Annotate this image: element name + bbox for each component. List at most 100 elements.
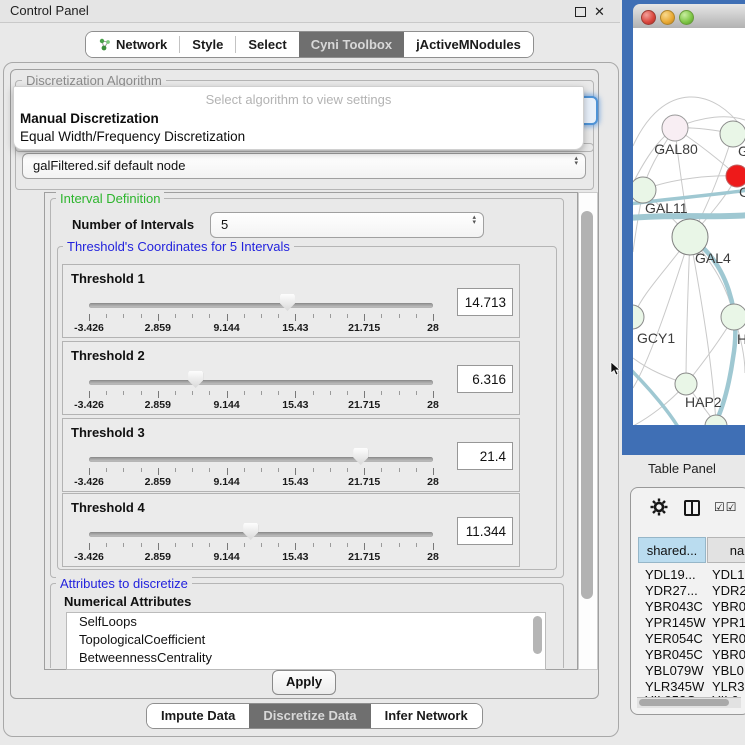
table-cell[interactable]: YBL0 bbox=[712, 662, 744, 679]
bottom-tabs: Impute Data Discretize Data Infer Networ… bbox=[146, 703, 483, 729]
slider-scale: -3.426 2.859 9.144 15.43 28 21.715 bbox=[89, 551, 433, 563]
gear-icon[interactable] bbox=[650, 498, 668, 516]
threshold-4-value-field[interactable]: 11.344 bbox=[457, 517, 513, 545]
table-cell[interactable]: YDR27... bbox=[645, 582, 698, 599]
threshold-1-value-field[interactable]: 14.713 bbox=[457, 288, 513, 316]
table-cell[interactable]: YDR2 bbox=[712, 582, 745, 599]
numerical-attributes-label: Numerical Attributes bbox=[64, 594, 191, 609]
float-window-icon[interactable] bbox=[575, 7, 586, 17]
tab-discretize-data[interactable]: Discretize Data bbox=[249, 704, 370, 728]
node-gal80[interactable] bbox=[662, 115, 688, 141]
network-window-titlebar[interactable] bbox=[633, 4, 745, 29]
columns-icon[interactable] bbox=[684, 500, 700, 516]
threshold-4-slider-thumb[interactable] bbox=[243, 523, 258, 540]
stepper-arrows-icon: ▴▾ bbox=[472, 215, 476, 225]
threshold-3-value-field[interactable]: 21.4 bbox=[457, 442, 513, 470]
thresholds-group-label: Threshold's Coordinates for 5 Intervals bbox=[63, 239, 294, 254]
tab-jactivemnodules[interactable]: jActiveMNodules bbox=[404, 32, 533, 57]
vertical-scrollbar[interactable] bbox=[578, 192, 598, 670]
minimize-traffic-icon[interactable] bbox=[660, 10, 675, 25]
apply-button[interactable]: Apply bbox=[272, 670, 336, 695]
threshold-1-slider-thumb[interactable] bbox=[280, 294, 295, 311]
table-cell[interactable]: YBR0 bbox=[712, 598, 745, 615]
table-cell[interactable]: YER054C bbox=[645, 630, 703, 647]
tab-network[interactable]: Network bbox=[86, 32, 179, 57]
table-cell[interactable]: YPR1 bbox=[712, 614, 745, 631]
tab-impute-data[interactable]: Impute Data bbox=[147, 704, 249, 728]
node-partial-h[interactable] bbox=[721, 304, 745, 330]
column-header-name[interactable]: na bbox=[707, 537, 745, 563]
num-intervals-value: 5 bbox=[221, 213, 228, 237]
mouse-cursor bbox=[610, 362, 622, 376]
close-icon[interactable]: ✕ bbox=[594, 4, 605, 20]
numerical-attributes-list: SelfLoops TopologicalCoefficient Between… bbox=[66, 612, 546, 670]
node-label-partial-top: GA bbox=[738, 143, 745, 159]
scrollbar-thumb[interactable] bbox=[639, 699, 729, 706]
list-scrollbar[interactable] bbox=[533, 616, 542, 654]
threshold-3-label: Threshold 3 bbox=[71, 425, 145, 440]
node-partial-bottom[interactable] bbox=[705, 415, 727, 425]
threshold-3-slider-thumb[interactable] bbox=[353, 448, 368, 465]
column-header-shared-name[interactable]: shared... bbox=[638, 537, 706, 563]
table-panel-title: Table Panel bbox=[648, 461, 716, 476]
table-cell[interactable]: YPR145W bbox=[645, 614, 706, 631]
slider-scale: -3.426 2.859 9.144 15.43 21.715 28 bbox=[89, 476, 433, 488]
close-traffic-icon[interactable] bbox=[641, 10, 656, 25]
zoom-traffic-icon[interactable] bbox=[679, 10, 694, 25]
num-intervals-label: Number of Intervals bbox=[72, 217, 194, 232]
slider-scale: -3.426 2.859 9.144 15.43 21.715 28 bbox=[89, 399, 433, 411]
slider-ticks bbox=[89, 391, 433, 399]
stepper-arrows-icon: ▴▾ bbox=[574, 156, 578, 166]
threshold-2-slider-thumb[interactable] bbox=[188, 371, 203, 388]
network-canvas[interactable]: GAL80 GA C GAL11 GAL4 GCY1 H HAP2 bbox=[633, 28, 745, 425]
threshold-2-slider[interactable] bbox=[89, 380, 433, 385]
num-intervals-combobox[interactable]: 5 ▴▾ bbox=[210, 212, 484, 238]
node-label-gal11: GAL11 bbox=[645, 200, 688, 216]
threshold-4-slider[interactable] bbox=[89, 532, 433, 537]
network-icon bbox=[98, 38, 111, 51]
checkbox-checked-icons[interactable]: ☑☑ bbox=[714, 500, 738, 514]
slider-ticks bbox=[89, 543, 433, 551]
node-label-partial-red: C bbox=[739, 184, 745, 200]
node-gcy1[interactable] bbox=[633, 305, 644, 329]
attributes-group-label: Attributes to discretize bbox=[56, 576, 192, 591]
algorithm-dropdown-popup: Select algorithm to view settings Manual… bbox=[13, 86, 584, 150]
threshold-1-slider[interactable] bbox=[89, 303, 433, 308]
dropdown-option-equal-width[interactable]: Equal Width/Frequency Discretization bbox=[20, 129, 245, 144]
table-cell[interactable]: YDL1 bbox=[712, 566, 745, 583]
table-cell[interactable]: YBR045C bbox=[645, 646, 703, 663]
slider-scale: -3.426 2.859 9.144 15.43 21.715 28 bbox=[89, 322, 433, 334]
scrollbar-thumb[interactable] bbox=[581, 211, 593, 599]
slider-ticks bbox=[89, 468, 433, 476]
threshold-2-value-field[interactable]: 6.316 bbox=[457, 365, 513, 393]
list-item[interactable]: TopologicalCoefficient bbox=[67, 631, 545, 649]
node-label-gcy1: GCY1 bbox=[637, 330, 675, 346]
node-label-gal4: GAL4 bbox=[695, 250, 731, 266]
node-label-partial-h: H bbox=[737, 331, 745, 347]
horizontal-scrollbar[interactable] bbox=[637, 697, 741, 708]
table-cell[interactable]: YBR0 bbox=[712, 646, 745, 663]
node-hap2[interactable] bbox=[675, 373, 697, 395]
table-data-combobox[interactable]: galFiltered.sif default node ▴▾ bbox=[22, 153, 586, 179]
tab-style[interactable]: Style bbox=[180, 32, 235, 57]
list-item[interactable]: SelfLoops bbox=[67, 613, 545, 631]
threshold-4-label: Threshold 4 bbox=[71, 500, 145, 515]
threshold-3-slider[interactable] bbox=[89, 457, 433, 462]
network-graph: GAL80 GA C GAL11 GAL4 GCY1 H HAP2 bbox=[633, 28, 745, 425]
tab-cyni-toolbox[interactable]: Cyni Toolbox bbox=[299, 32, 404, 57]
table-cell[interactable]: YDL19... bbox=[645, 566, 696, 583]
table-cell[interactable]: YBR043C bbox=[645, 598, 703, 615]
table-data-value: galFiltered.sif default node bbox=[33, 154, 185, 178]
threshold-1-box: Threshold 1 -3.426 2.859 9.144 15.43 21.… bbox=[62, 264, 520, 338]
threshold-4-box: Threshold 4 -3.426 2.859 9.144 15.43 28 … bbox=[62, 493, 520, 567]
dropdown-option-manual[interactable]: Manual Discretization bbox=[20, 111, 159, 126]
table-cell[interactable]: YBL079W bbox=[645, 662, 704, 679]
list-item[interactable]: BetweennessCentrality bbox=[67, 649, 545, 667]
tab-select[interactable]: Select bbox=[236, 32, 298, 57]
dropdown-prompt: Select algorithm to view settings bbox=[14, 92, 583, 107]
slider-ticks bbox=[89, 314, 433, 322]
threshold-3-box: Threshold 3 -3.426 2.859 9.144 15.43 21.… bbox=[62, 418, 520, 492]
tab-infer-network[interactable]: Infer Network bbox=[371, 704, 482, 728]
node-label-gal80: GAL80 bbox=[654, 141, 698, 157]
table-cell[interactable]: YER0 bbox=[712, 630, 745, 647]
